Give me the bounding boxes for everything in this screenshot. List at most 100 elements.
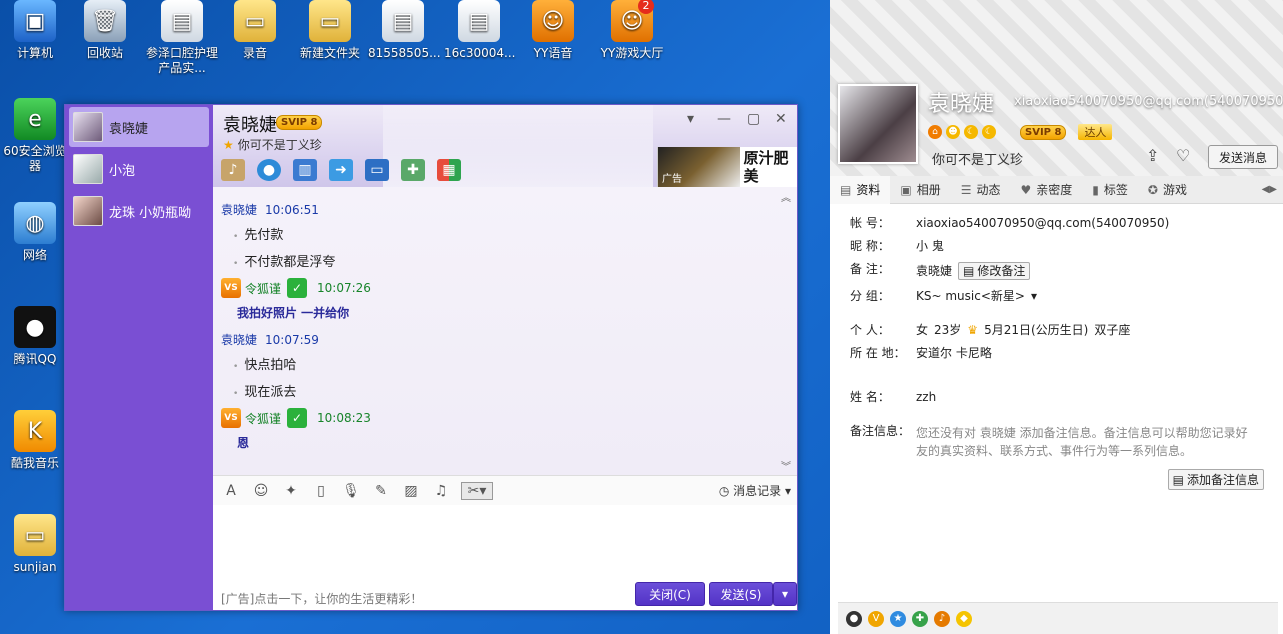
vip-badge[interactable]: SVIP 8 — [1020, 124, 1067, 140]
video-call-icon[interactable]: ● — [257, 159, 281, 181]
desktop-icon-dental-file[interactable]: ▤ 参泽口腔护理产品实... — [144, 0, 220, 76]
edit-remark-button[interactable]: ▤ 修改备注 — [958, 262, 1031, 280]
microphone-icon[interactable]: 🎙 — [341, 483, 361, 499]
info-row-realname: 姓 名： zzh — [850, 390, 937, 404]
recycle-bin-icon: 🗑 — [84, 0, 126, 42]
vip-icon[interactable]: V — [868, 610, 884, 627]
info-row-personal: 个 人： 女 23岁 ♛ 5月21日(公历生日) 双子座 — [850, 323, 1131, 337]
chat-title: 袁晓婕 — [223, 115, 277, 136]
yy-raccoon-icon: ☺ — [532, 0, 574, 42]
desktop-icon-image-1[interactable]: ▤ 81558505... — [368, 0, 441, 61]
diamond-icon[interactable]: ◆ — [956, 610, 972, 627]
desktop-icon-recycle-bin[interactable]: 🗑 回收站 — [70, 0, 140, 61]
desktop-icon-computer[interactable]: ▣ 计算机 — [0, 0, 70, 61]
scroll-down-icon[interactable]: ︾ — [781, 458, 791, 473]
apps-grid-icon[interactable]: ▦ — [437, 159, 461, 181]
group-select[interactable]: KS~ music<新星> ▾ — [916, 289, 1037, 303]
profile-account: xiaoxiao540070950@qq.com(540070950 — [1014, 94, 1283, 109]
tab-album[interactable]: ▣ 相册 — [890, 176, 950, 204]
desktop-icon-qq[interactable]: ● 腾讯QQ — [0, 306, 70, 367]
info-row-remark: 备 注： 袁晓婕 ▤ 修改备注 — [850, 262, 1270, 280]
daren-badge[interactable]: 达人 — [1078, 124, 1113, 140]
chat-ad[interactable]: 广告 原汁肥美 — [657, 147, 797, 187]
edit-icon[interactable]: ✎ — [371, 483, 391, 499]
desktop-icon-label: 腾讯QQ — [13, 352, 57, 366]
desktop-icon-recording[interactable]: ▭ 录音 — [220, 0, 290, 61]
desktop-icon-360-browser[interactable]: e 60安全浏览器 — [0, 98, 70, 174]
contact-item[interactable]: 小泡 — [69, 149, 209, 189]
moon-icon[interactable]: ☾ — [964, 125, 978, 139]
desktop-icon-network[interactable]: ◍ 网络 — [0, 202, 70, 263]
bookmark-icon: ▮ — [1092, 182, 1099, 197]
heart-icon[interactable]: ♡ — [1176, 146, 1190, 165]
tab-info[interactable]: ▤ 资料 — [830, 175, 891, 204]
qq-penguin-icon[interactable]: ● — [846, 610, 862, 627]
add-note-button[interactable]: ▤ 添加备注信息 — [1167, 469, 1264, 490]
emoji-icon[interactable]: ☺ — [251, 483, 271, 499]
self-message-header: VS 令狐谨 ✓ 10:08:23 — [221, 408, 789, 428]
tabs-scroll-icon[interactable]: ◀▶ — [1262, 184, 1277, 195]
music-icon[interactable]: ♫ — [431, 483, 451, 499]
game-icon[interactable]: ✚ — [912, 610, 928, 627]
send-options-chevron-icon[interactable]: ▾ — [773, 582, 797, 606]
desktop-icon-label: 录音 — [242, 46, 267, 60]
footer-ad-link[interactable]: [广告]点击一下，让你的生活更精彩！ — [221, 590, 422, 607]
self-message-text: 恩 — [237, 436, 250, 450]
sun-icon[interactable]: ☻ — [946, 125, 960, 139]
message-text: 不付款都是浮夸 — [233, 251, 789, 270]
message-input[interactable] — [213, 505, 797, 580]
image-icon[interactable]: ▨ — [401, 483, 421, 499]
minimize-icon[interactable]: — — [717, 111, 731, 127]
moon-icon[interactable]: ☾ — [982, 125, 996, 139]
contact-item-active[interactable]: 袁晓婕 — [69, 107, 209, 147]
home-icon[interactable]: ⌂ — [928, 125, 942, 139]
chat-header: 袁晓婕 SVIP 8 ★ 你可不是丁义珍 ▾ — ▢ ✕ ♪ ● ▥ ➜ ▭ ✚ … — [213, 105, 797, 187]
close-button[interactable]: 关闭(C) — [635, 582, 705, 606]
app-icon[interactable]: ▥ — [293, 159, 317, 181]
voice-call-icon[interactable]: ♪ — [221, 159, 245, 181]
desktop-icon-sunjian[interactable]: ▭ sunjian — [0, 514, 70, 575]
scissors-icon[interactable]: ✂▾ — [461, 481, 493, 500]
magic-wand-icon[interactable]: ✦ — [281, 483, 301, 499]
avatar — [73, 112, 103, 142]
share-icon[interactable]: ⇪ — [1146, 146, 1159, 165]
desktop-icon-yy-voice[interactable]: ☺ YY语音 — [518, 0, 588, 61]
close-icon[interactable]: ✕ — [775, 111, 787, 127]
desktop-icon-new-folder[interactable]: ▭ 新建文件夹 — [292, 0, 368, 61]
note-icon: ▤ — [1172, 472, 1184, 487]
kuwo-music-icon: K — [14, 410, 56, 452]
profile-badges: ⌂ ☻ ☾ ☾ SVIP 8 达人 — [928, 124, 1113, 140]
desktop-icon-label: 新建文件夹 — [299, 46, 360, 60]
desktop-icon-yy-game[interactable]: ☺ 2 YY游戏大厅 — [594, 0, 670, 61]
shake-icon[interactable]: ▯ — [311, 483, 331, 499]
profile-tabs: ▤ 资料 ▣ 相册 ☰ 动态 ♥ 亲密度 ▮ 标签 ✪ 游戏 ◀▶ — [830, 175, 1283, 204]
maximize-icon[interactable]: ▢ — [747, 111, 760, 127]
dropdown-icon[interactable]: ▾ — [687, 111, 694, 127]
tab-intimacy[interactable]: ♥ 亲密度 — [1011, 176, 1083, 204]
avatar — [73, 154, 103, 184]
profile-avatar[interactable] — [838, 84, 918, 164]
remote-desktop-icon[interactable]: ▭ — [365, 159, 389, 181]
profile-bottom-bar: ● V ★ ✚ ♪ ◆ — [838, 602, 1278, 634]
music-icon[interactable]: ♪ — [934, 610, 950, 627]
desktop-icon-kuwo[interactable]: K 酷我音乐 — [0, 410, 70, 471]
tab-feed[interactable]: ☰ 动态 — [951, 176, 1011, 204]
star-icon[interactable]: ★ — [890, 610, 906, 627]
message-history-button[interactable]: ◷ 消息记录 ▾ — [719, 482, 791, 499]
message-area[interactable]: ︽ 袁晓婕10:06:51 先付款 不付款都是浮夸 VS 令狐谨 ✓ 10:07… — [213, 187, 797, 475]
tab-tags[interactable]: ▮ 标签 — [1082, 176, 1138, 204]
vs-icon: VS — [221, 408, 241, 428]
message-header: 袁晓婕 10:06:51 — [221, 203, 319, 217]
info-row-note: 备注信息： 您还没有对 袁晓婕 添加备注信息。备注信息可以帮助您记录好友的真实资… — [850, 424, 1248, 458]
tab-games[interactable]: ✪ 游戏 — [1138, 176, 1197, 204]
font-icon[interactable]: A — [221, 483, 241, 499]
send-file-icon[interactable]: ➜ — [329, 159, 353, 181]
contact-item[interactable]: 龙珠 小奶瓶呦 — [69, 191, 209, 231]
send-message-button[interactable]: 发送消息 — [1208, 145, 1278, 169]
send-button[interactable]: 发送(S) — [709, 582, 773, 606]
game-icon: ✪ — [1147, 182, 1158, 197]
desktop-icon-image-2[interactable]: ▤ 16c30004... — [444, 0, 515, 61]
new-discussion-icon[interactable]: ✚ — [401, 159, 425, 181]
scroll-up-icon[interactable]: ︽ — [781, 189, 791, 204]
desktop-icon-label: 参泽口腔护理产品实... — [145, 46, 218, 75]
